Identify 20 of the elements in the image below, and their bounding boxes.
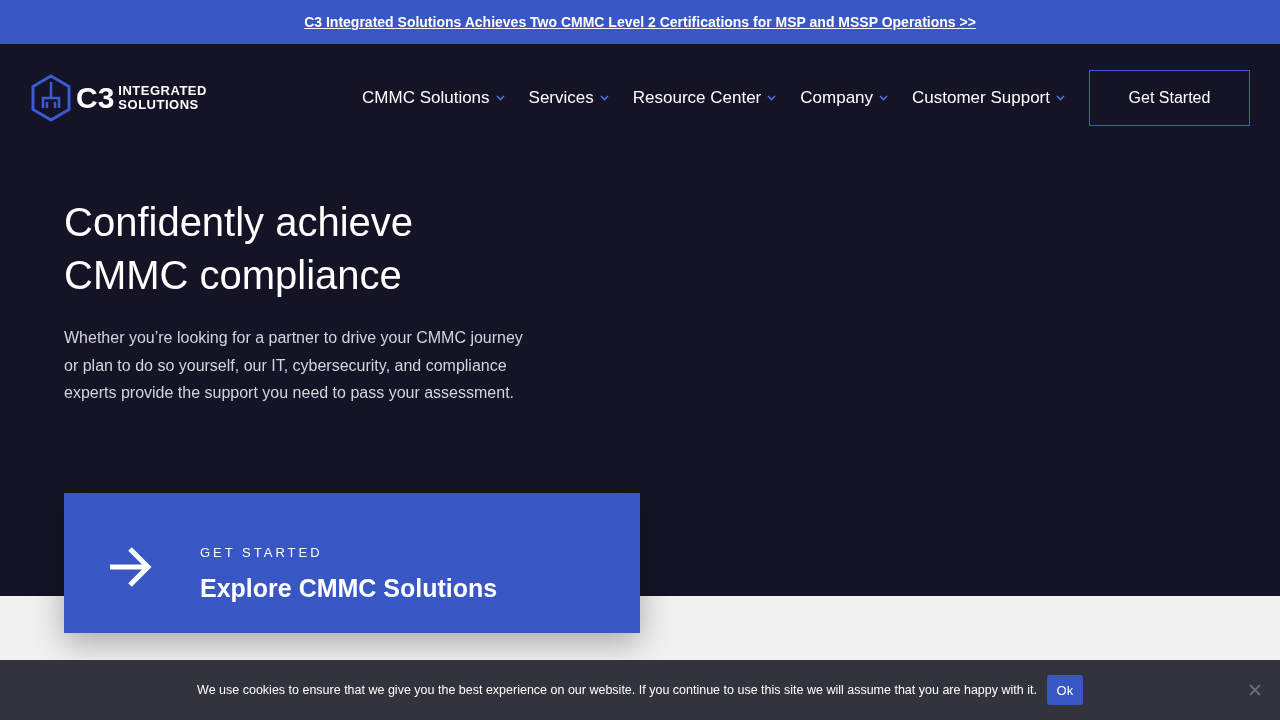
hero-description: Whether you’re looking for a partner to drive your CMMC journey or plan to do so yourself, our IT, cybersecurity, and compliance experts provide the support you need to pass your assessment. — [64, 328, 524, 403]
hexagon-logo-icon — [30, 74, 72, 122]
cookie-message: We use cookies to ensure that we give you the best experience on our website. If you continue to use this site we will assume that you are happy with it. — [197, 683, 1037, 697]
cta-eyebrow: GET STARTED — [200, 544, 324, 560]
close-icon[interactable] — [1249, 684, 1261, 696]
arrow-right-icon — [108, 544, 152, 589]
get-started-button[interactable]: Get Started — [1089, 70, 1250, 126]
nav-item[interactable]: Services — [528, 88, 609, 108]
nav-item[interactable]: Company — [800, 88, 889, 108]
cta-title: Explore CMMC Solutions — [200, 573, 498, 603]
nav-item[interactable]: CMMC Solutions — [362, 88, 505, 108]
logo-wordmark[interactable]: C3 — [76, 81, 115, 115]
ok-button[interactable]: Ok — [1046, 675, 1083, 705]
cta-card[interactable]: GET STARTED Explore CMMC Solutions — [64, 492, 640, 633]
announcement-link[interactable]: C3 Integrated Solutions Achieves Two CMMC Level 2 Certifications for MSP and MSSP Operations >> — [304, 14, 976, 30]
logo-text: SOLUTIONS — [118, 98, 200, 112]
logo-text: INTEGRATED — [118, 84, 207, 98]
hero-title: Confidently achieve CMMC compliance — [64, 199, 415, 299]
nav-item[interactable]: Customer Support — [912, 88, 1065, 108]
nav-item[interactable]: Resource Center — [632, 88, 777, 108]
